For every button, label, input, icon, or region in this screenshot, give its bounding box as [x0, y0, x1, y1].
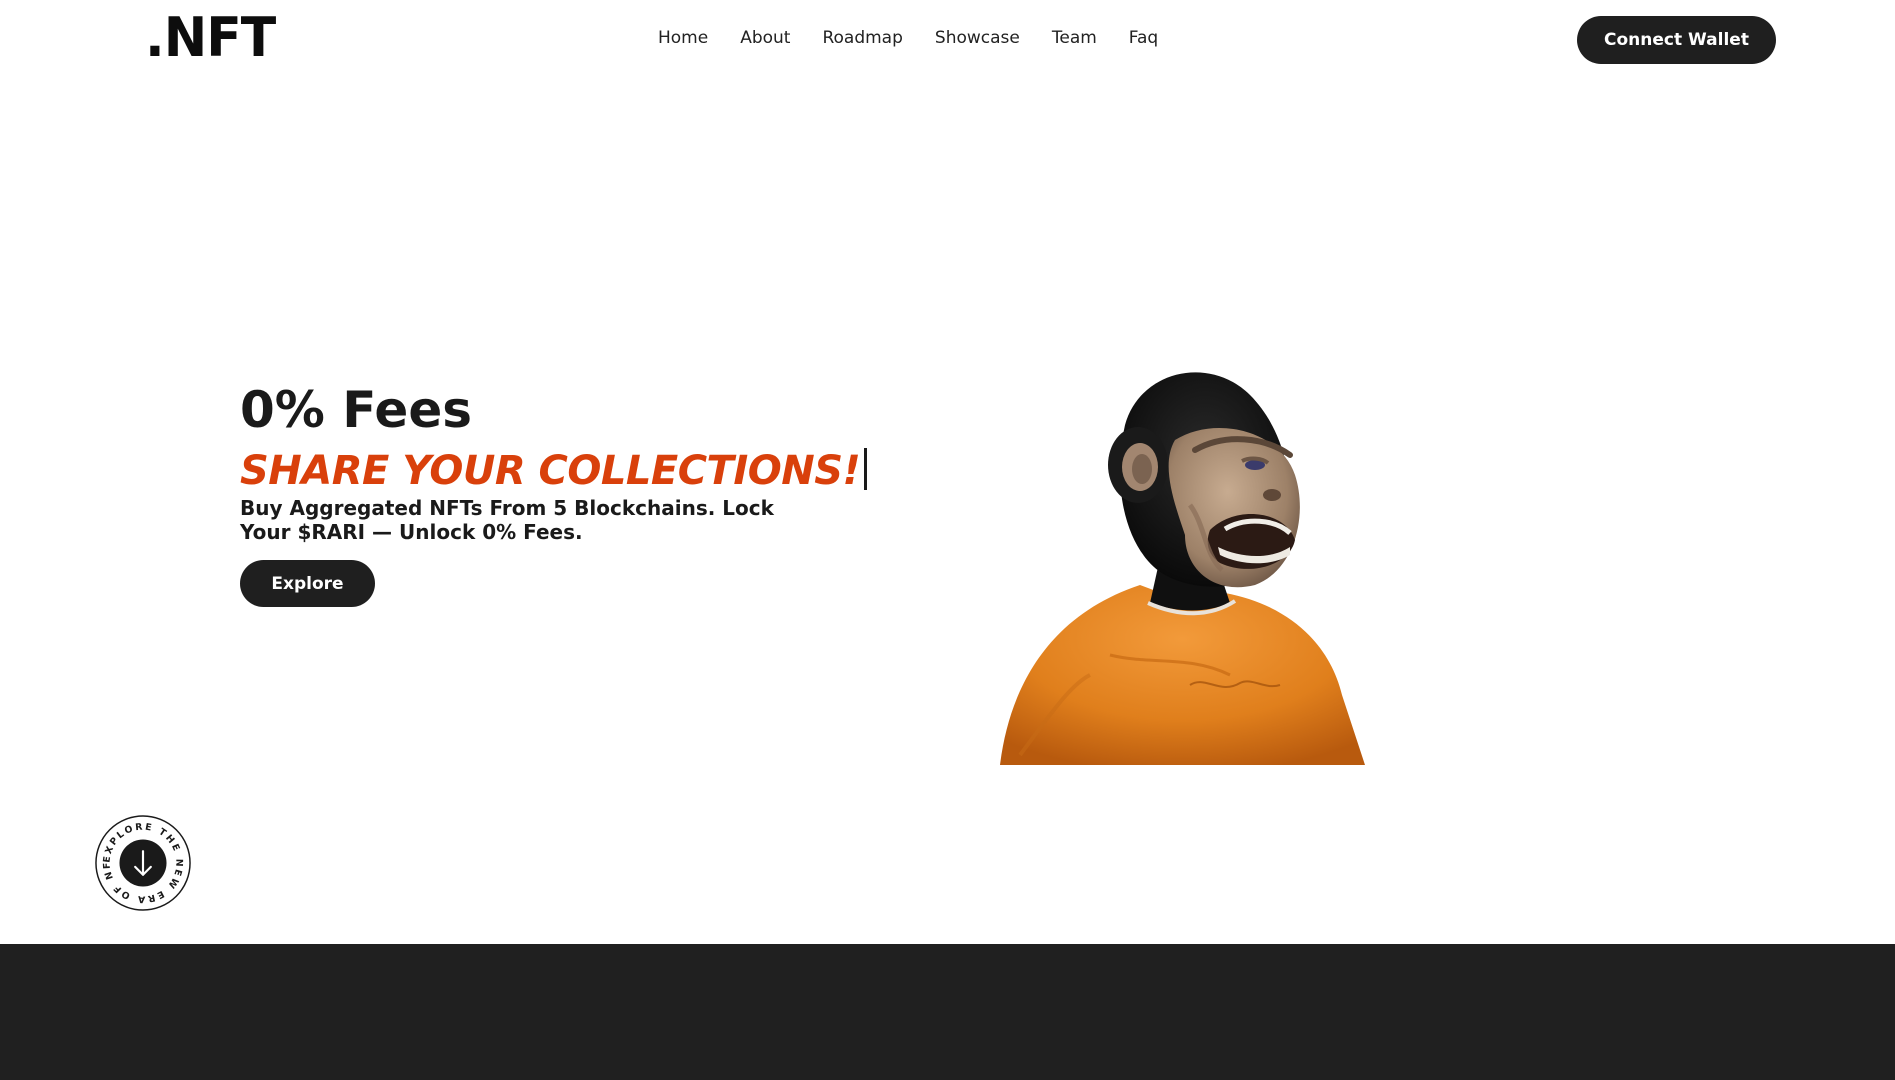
- ape-illustration: [1000, 372, 1365, 765]
- nav-showcase[interactable]: Showcase: [935, 28, 1020, 48]
- page: .NFT Home About Roadmap Showcase Team Fa…: [0, 0, 1895, 1080]
- explore-button[interactable]: Explore: [240, 560, 375, 607]
- typed-text: SHARE YOUR COLLECTIONS!: [240, 448, 861, 494]
- main-nav: Home About Roadmap Showcase Team Faq: [658, 28, 1158, 48]
- nav-home[interactable]: Home: [658, 28, 708, 48]
- nav-roadmap[interactable]: Roadmap: [822, 28, 902, 48]
- connect-wallet-button[interactable]: Connect Wallet: [1577, 16, 1776, 64]
- dark-section: [0, 944, 1895, 1080]
- site-logo[interactable]: .NFT: [145, 11, 276, 66]
- hero-title: 0% Fees: [240, 381, 473, 439]
- scroll-down-badge[interactable]: EXPLORE THE NEW ERA OF NFT.: [94, 814, 192, 912]
- nav-about[interactable]: About: [740, 28, 790, 48]
- hero-subtitle: Buy Aggregated NFTs From 5 Blockchains. …: [240, 496, 774, 544]
- hero-typed-headline: SHARE YOUR COLLECTIONS!: [240, 448, 868, 494]
- typing-cursor: [864, 448, 868, 490]
- nav-team[interactable]: Team: [1052, 28, 1097, 48]
- nav-faq[interactable]: Faq: [1129, 28, 1158, 48]
